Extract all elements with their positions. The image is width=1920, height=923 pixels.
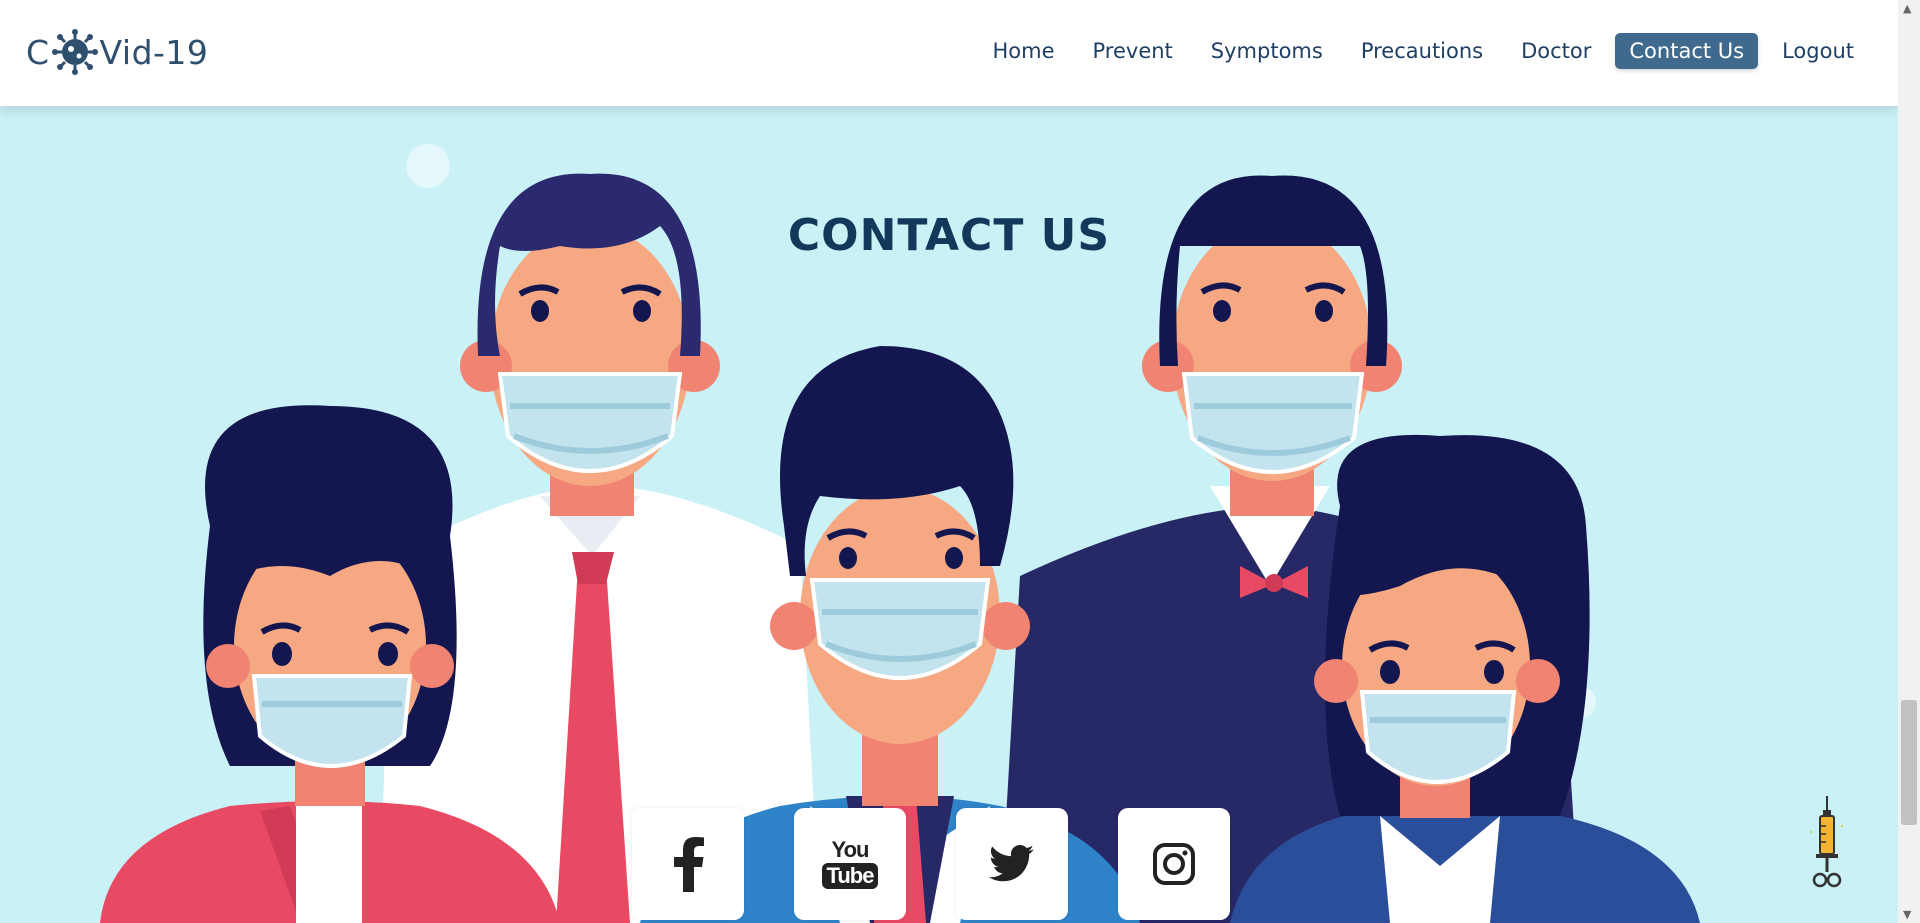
nav-symptoms[interactable]: Symptoms: [1197, 33, 1337, 69]
nav-logout[interactable]: Logout: [1768, 33, 1868, 69]
scroll-up-arrow-icon[interactable]: ▲: [1903, 2, 1911, 15]
scroll-down-arrow-icon[interactable]: ▼: [1903, 908, 1911, 921]
youtube-link[interactable]: You Tube: [794, 808, 906, 920]
twitter-link[interactable]: [956, 808, 1068, 920]
syringe-icon[interactable]: [1806, 796, 1848, 892]
facebook-icon: [674, 837, 704, 892]
youtube-you-text: You: [831, 837, 870, 862]
contact-hero: CONTACT US You Tube: [0, 106, 1898, 923]
youtube-tube-text: Tube: [821, 863, 879, 889]
page-scrollbar[interactable]: ▲ ▼: [1898, 0, 1920, 923]
scrollbar-thumb[interactable]: [1901, 700, 1917, 825]
instagram-icon: [1153, 843, 1195, 885]
top-navbar: C Vid-19 Home Prevent Symptoms Precautio…: [0, 0, 1898, 106]
youtube-icon: You Tube: [821, 837, 879, 889]
logo-text-right: Vid-19: [99, 32, 209, 72]
nav-doctor[interactable]: Doctor: [1507, 33, 1605, 69]
site-logo[interactable]: C Vid-19: [26, 22, 208, 82]
virus-icon: [51, 29, 98, 75]
nav-contact-us[interactable]: Contact Us: [1615, 33, 1759, 69]
nav-home[interactable]: Home: [979, 33, 1069, 69]
social-links: You Tube: [632, 808, 1230, 920]
page-title: CONTACT US: [787, 210, 1111, 261]
instagram-link[interactable]: [1118, 808, 1230, 920]
twitter-icon: [989, 845, 1034, 882]
nav-precautions[interactable]: Precautions: [1347, 33, 1497, 69]
nav-prevent[interactable]: Prevent: [1079, 33, 1187, 69]
main-nav: Home Prevent Symptoms Precautions Doctor…: [979, 33, 1869, 69]
logo-text-left: C: [26, 32, 50, 72]
facebook-link[interactable]: [632, 808, 744, 920]
